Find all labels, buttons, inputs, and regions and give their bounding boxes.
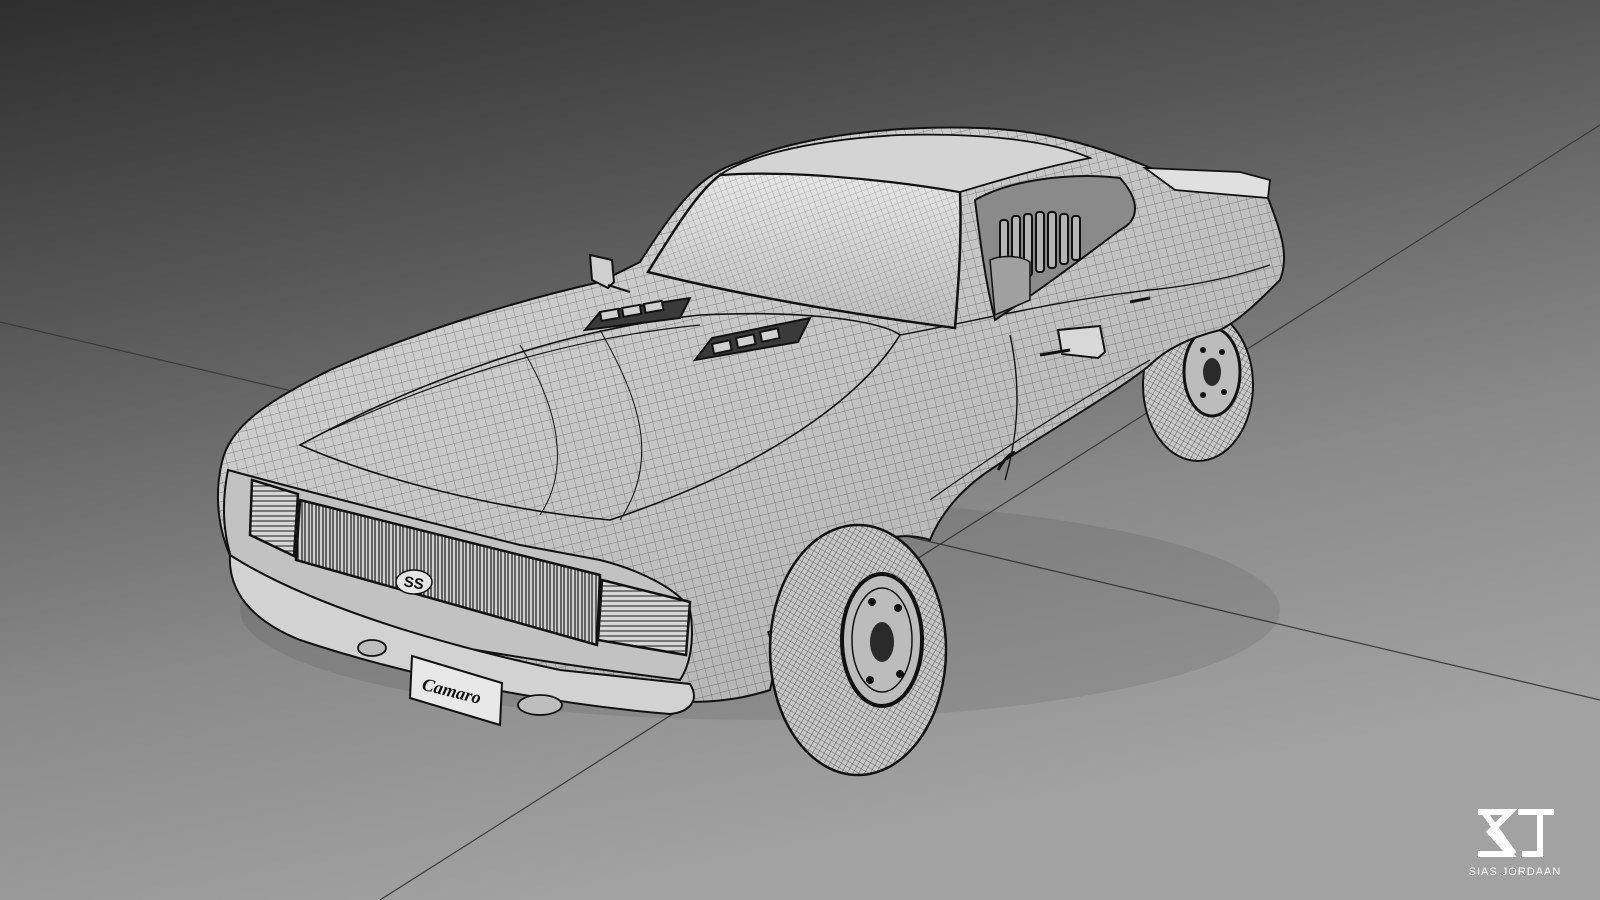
- sj-monogram-icon: [1478, 809, 1554, 857]
- ss-badge-text: SS: [402, 573, 425, 593]
- ss-badge: SS: [395, 569, 433, 595]
- render-scene: SS Camaro: [0, 0, 1600, 900]
- watermark-text: SIAS JORDAAN: [1468, 866, 1562, 878]
- watermark: SIAS JORDAAN: [1460, 804, 1570, 878]
- front-wheel: [768, 523, 948, 777]
- render-viewport: SS Camaro SIAS JORDAAN: [0, 0, 1600, 900]
